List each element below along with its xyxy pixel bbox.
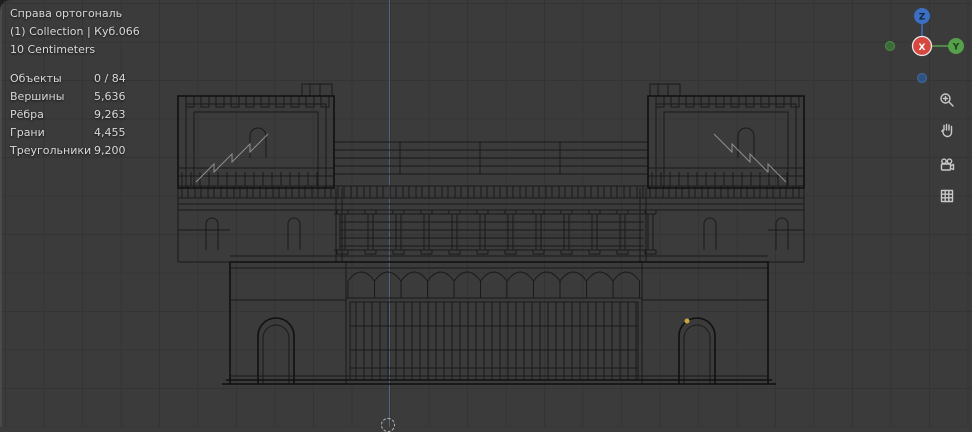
camera-view-button[interactable] — [936, 155, 958, 177]
stat-value: 0 / 84 — [94, 72, 126, 85]
wireframe-castle-model[interactable] — [0, 0, 972, 427]
stat-label: Треугольники — [10, 144, 92, 157]
stats-row-faces: Грани 4,455 — [10, 124, 126, 142]
stat-label: Рёбра — [10, 108, 44, 121]
gizmo-x-label: X — [919, 43, 926, 53]
scale-label: 10 Centimeters — [10, 43, 96, 56]
object-origin-dot — [684, 318, 690, 324]
gizmo-z-label: Z — [919, 13, 926, 23]
stat-value: 9,200 — [94, 144, 126, 157]
3d-viewport[interactable]: Справа ортогональ (1) Collection | Куб.0… — [0, 0, 972, 432]
zoom-button[interactable] — [936, 90, 958, 112]
gizmo-y-label: Y — [952, 43, 960, 53]
pan-button[interactable] — [936, 120, 958, 142]
stat-label: Вершины — [10, 90, 65, 103]
toggle-grid-button[interactable] — [936, 186, 958, 208]
stats-row-edges: Рёбра 9,263 — [10, 106, 126, 124]
zoom-icon — [940, 93, 954, 107]
pan-hand-icon — [941, 123, 953, 138]
camera-view-icon — [940, 158, 955, 171]
blender-viewport-screenshot: { "viewport_header": { "view_name": "Спр… — [0, 0, 972, 432]
stat-value: 4,455 — [94, 126, 126, 139]
3d-cursor — [381, 418, 395, 432]
collection-label: (1) Collection | Куб.066 — [10, 25, 140, 38]
stats-row-objects: Объекты 0 / 84 — [10, 70, 126, 88]
stat-value: 5,636 — [94, 90, 126, 103]
stats-row-triangles: Треугольники 9,200 — [10, 142, 126, 160]
grid-ortho-icon — [940, 189, 954, 203]
gizmo-neg-y-dot[interactable] — [885, 41, 895, 51]
gizmo-neg-z-dot[interactable] — [917, 73, 927, 83]
stats-row-vertices: Вершины 5,636 — [10, 88, 126, 106]
viewport-info-overlay: Справа ортогональ (1) Collection | Куб.0… — [10, 5, 140, 59]
view-name-label: Справа ортогональ — [10, 7, 123, 20]
viewport-rounded-corner — [0, 0, 10, 10]
navigation-axis-gizmo[interactable]: Z X Y — [870, 0, 972, 95]
stat-label: Объекты — [10, 72, 62, 85]
viewport-left-edge — [0, 0, 2, 427]
stat-value: 9,263 — [94, 108, 126, 121]
scene-stats-overlay: Объекты 0 / 84 Вершины 5,636 Рёбра 9,263… — [10, 70, 126, 160]
stat-label: Грани — [10, 126, 45, 139]
